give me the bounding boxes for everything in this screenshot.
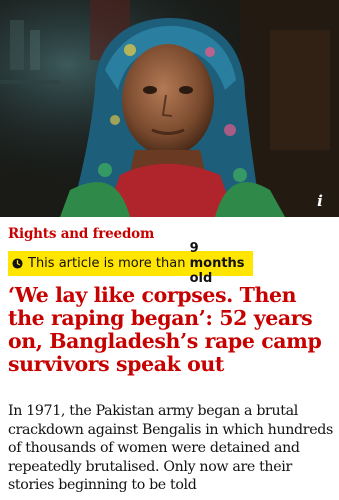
clock-icon — [12, 258, 23, 269]
article-standfirst: In 1971, the Pakistan army began a bruta… — [8, 403, 333, 493]
info-icon[interactable]: i — [313, 192, 327, 210]
hero-image[interactable]: i — [0, 0, 339, 217]
age-warning-age: 9 months old — [189, 241, 245, 286]
portrait-photo — [0, 0, 339, 217]
age-warning-prefix: This article is more than — [28, 256, 190, 271]
article-age-warning: This article is more than 9 months old — [8, 241, 253, 286]
section-kicker[interactable]: Rights and freedom — [8, 226, 154, 242]
article-headline: ‘We lay like corpses. Then the raping be… — [8, 283, 322, 376]
